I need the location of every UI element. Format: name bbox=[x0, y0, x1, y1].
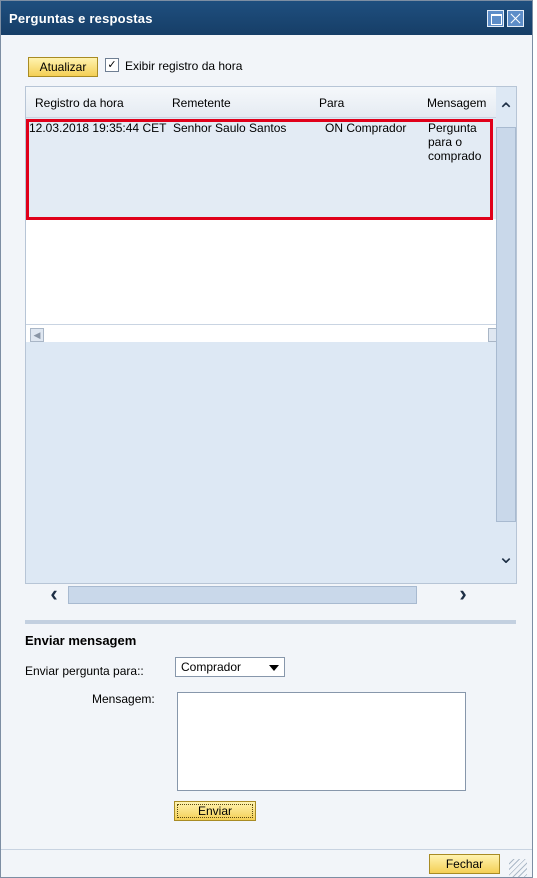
send-message-title: Enviar mensagem bbox=[25, 633, 137, 648]
chevron-right-icon[interactable]: › bbox=[450, 583, 476, 606]
qa-dialog: Perguntas e respostas Atualizar ✓ Exibir… bbox=[0, 0, 533, 878]
close-button[interactable]: Fechar bbox=[429, 854, 500, 874]
column-header-to[interactable]: Para bbox=[319, 96, 344, 110]
chevron-up-icon[interactable]: ⌃ bbox=[496, 101, 516, 123]
scroll-left-icon[interactable]: ◀ bbox=[30, 328, 44, 342]
send-to-select[interactable]: Comprador bbox=[175, 657, 285, 677]
table-horizontal-scrollbar[interactable]: ◀ bbox=[26, 324, 496, 342]
send-to-value: Comprador bbox=[181, 660, 242, 674]
message-input[interactable] bbox=[177, 692, 466, 791]
column-header-message[interactable]: Mensagem bbox=[427, 96, 486, 110]
maximize-icon[interactable] bbox=[487, 10, 504, 27]
window-title: Perguntas e respostas bbox=[9, 11, 153, 26]
dropdown-arrow-icon[interactable] bbox=[269, 665, 279, 671]
close-icon[interactable] bbox=[507, 10, 524, 27]
message-label: Mensagem: bbox=[92, 692, 155, 706]
vertical-scrollbar-track[interactable] bbox=[496, 127, 516, 522]
column-header-sender[interactable]: Remetente bbox=[172, 96, 231, 110]
horizontal-scrollbar-track[interactable] bbox=[68, 586, 417, 604]
resize-grip-icon[interactable] bbox=[509, 859, 527, 877]
table-header: Registro da hora Remetente Para Mensagem bbox=[26, 87, 496, 118]
section-divider bbox=[25, 620, 516, 624]
checkmark-icon: ✓ bbox=[107, 59, 117, 71]
selected-row-highlight bbox=[26, 119, 493, 220]
title-bar[interactable]: Perguntas e respostas bbox=[1, 1, 532, 35]
scroll-right-icon[interactable] bbox=[488, 328, 496, 342]
footer-separator bbox=[1, 849, 532, 850]
column-header-timestamp[interactable]: Registro da hora bbox=[35, 96, 124, 110]
show-timestamp-checkbox[interactable]: ✓ bbox=[105, 58, 119, 72]
send-to-label: Enviar pergunta para:: bbox=[25, 664, 144, 678]
refresh-button[interactable]: Atualizar bbox=[28, 57, 98, 77]
chevron-left-icon[interactable]: ‹ bbox=[41, 583, 67, 606]
send-button[interactable]: Enviar bbox=[174, 801, 256, 821]
chevron-down-icon[interactable]: ⌄ bbox=[496, 547, 516, 569]
show-timestamp-label: Exibir registro da hora bbox=[125, 59, 243, 73]
